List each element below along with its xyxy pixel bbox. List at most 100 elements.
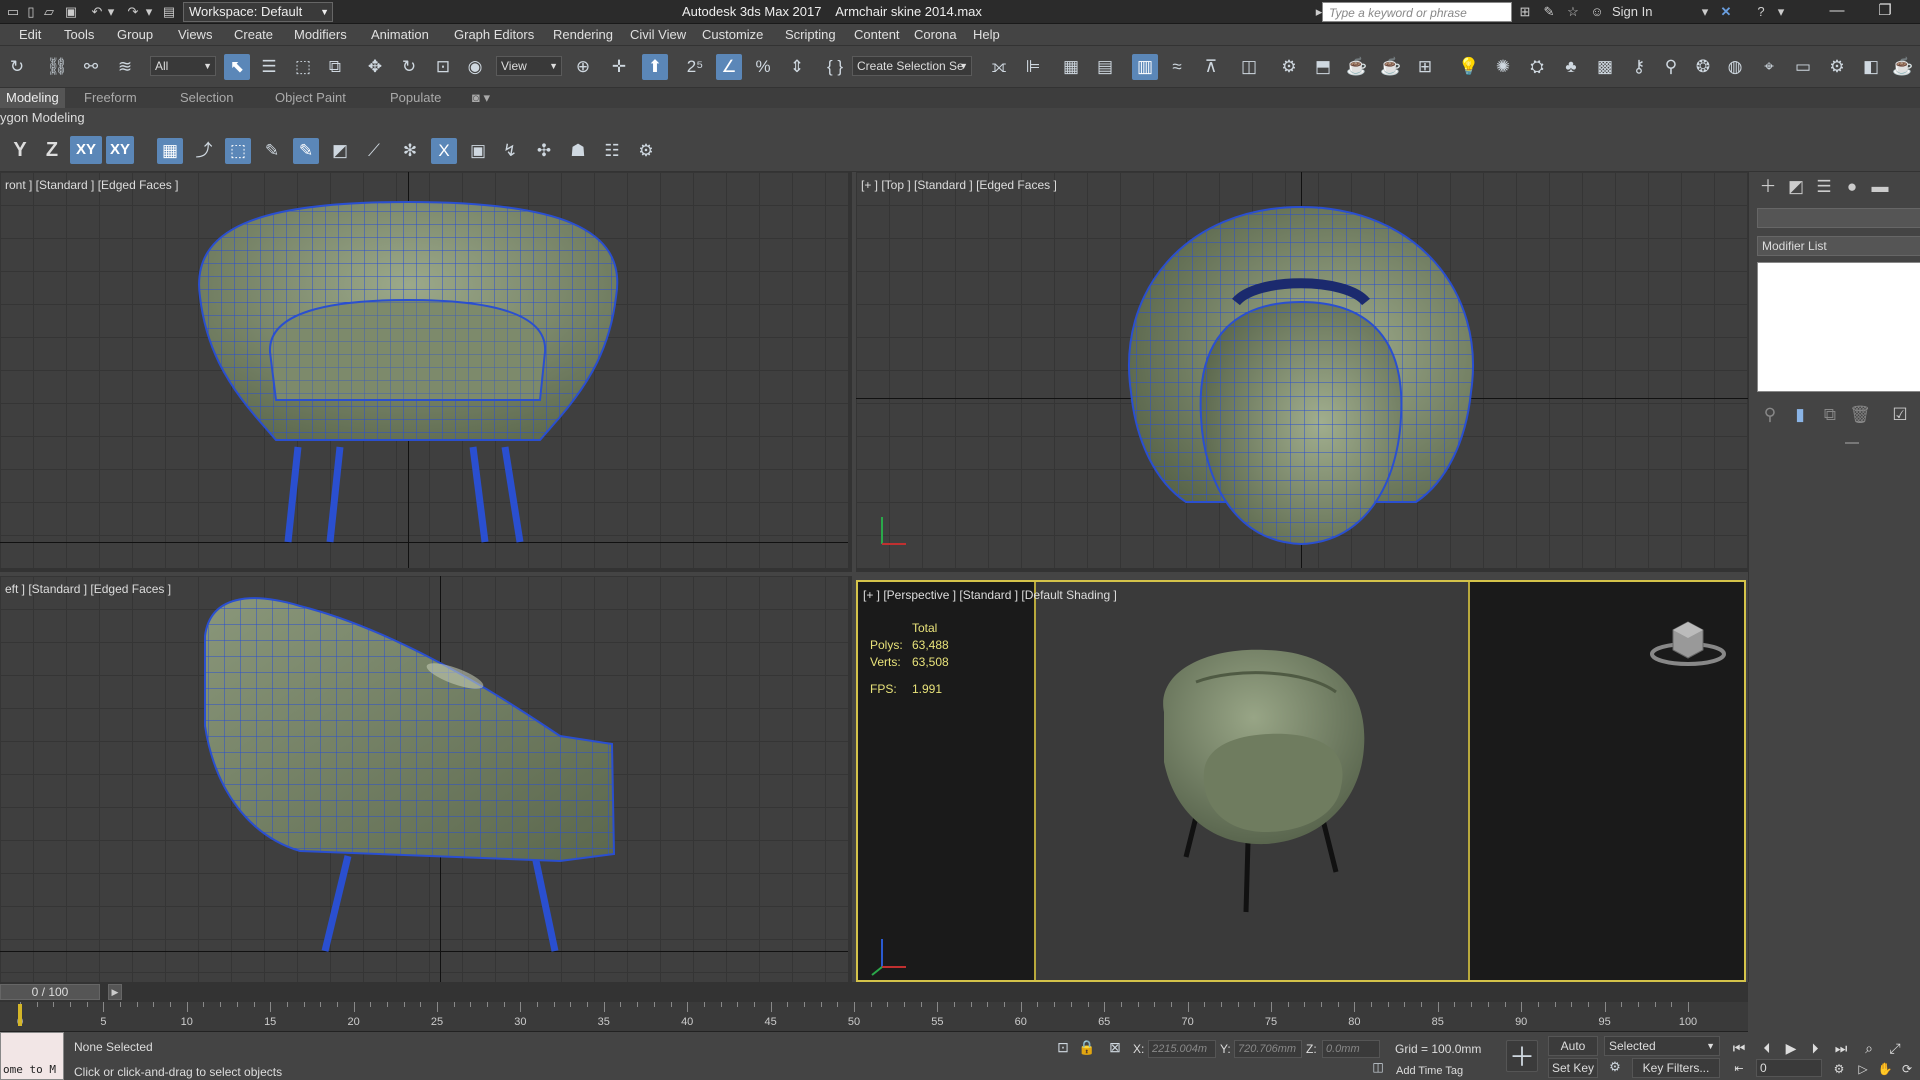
corona-frame-icon[interactable]: ▭ [1790,54,1816,80]
tab-populate[interactable]: Populate [390,90,441,105]
corona-fur-icon[interactable]: ⚷ [1626,54,1652,80]
viewport-label[interactable]: [+ ] [Perspective ] [Standard ] [Default… [863,588,1117,602]
time-slider[interactable]: 0 / 100 ▶ [0,982,1748,1002]
time-tag-icon[interactable]: ◫ [1368,1057,1388,1077]
render-setup-icon[interactable]: ⚙ [1276,54,1302,80]
orbit-icon[interactable]: ⟳ [1896,1059,1918,1079]
select-by-name-icon[interactable]: ☰ [256,54,282,80]
viewport-left[interactable]: eft ] [Standard ] [Edged Faces ] [0,576,852,982]
menu-rendering[interactable]: Rendering [553,27,613,42]
redo-dropdown-icon[interactable]: ▾ [140,3,158,21]
modifier-stack[interactable] [1757,262,1920,392]
remove-modifier-icon[interactable]: 🗑 [1847,402,1873,428]
chevron-down-icon[interactable]: ▾ [1696,3,1714,21]
menu-views[interactable]: Views [178,27,212,42]
viewport-label[interactable]: [+ ] [Top ] [Standard ] [Edged Faces ] [861,178,1057,192]
ribbon-options-icon[interactable]: ◙ ▾ [472,90,490,106]
new-file-icon[interactable]: ▯ [22,3,40,21]
viewport-front[interactable]: ront ] [Standard ] [Edged Faces ] [0,172,852,572]
go-to-start-icon[interactable]: ⏮ [1728,1038,1750,1058]
current-frame-marker[interactable] [18,1004,22,1026]
set-key-button[interactable]: Set Key [1548,1058,1598,1078]
binoculars-icon[interactable]: ⊞ [1516,3,1534,21]
hierarchy-tab-icon[interactable]: ☰ [1811,174,1837,200]
pivot-center-icon[interactable]: ⊕ [570,54,596,80]
named-selection-dropdown[interactable]: Create Selection Se ▼ [852,56,972,76]
render-iterative-icon[interactable]: ☕ [1378,54,1404,80]
undo-dropdown-icon[interactable]: ▾ [102,3,120,21]
menu-create[interactable]: Create [234,27,273,42]
rotate-icon[interactable]: ↻ [396,54,422,80]
motion-tab-icon[interactable]: ● [1839,174,1865,200]
edit-named-selection-icon[interactable]: { } [822,54,848,80]
move-icon[interactable]: ✥ [362,54,388,80]
rectangular-selection-icon[interactable]: ⬚ [290,54,316,80]
project-folder-icon[interactable]: ▤ [160,3,178,21]
menu-help[interactable]: Help [973,27,1000,42]
show-end-result-icon[interactable]: ▮ [1787,402,1813,428]
spinner-snap-icon[interactable]: ⇕ [784,54,810,80]
help-icon[interactable]: ? [1752,3,1770,21]
workspace-dropdown[interactable]: Workspace: Default ▼ [183,2,333,22]
snap-stack-icon[interactable]: ☗ [565,138,591,164]
snap-gear-icon[interactable]: ⚙ [633,138,659,164]
zoom-all-icon[interactable]: ⤢ [1884,1038,1906,1058]
set-key-plus-icon[interactable]: ＋ [1506,1040,1538,1072]
display-tab-icon[interactable]: ▬ [1867,174,1893,200]
search-input[interactable]: Type a keyword or phrase [1322,2,1512,22]
corona-scatter-icon[interactable]: ♣ [1558,54,1584,80]
key-filters-icon[interactable]: ⚙ [1604,1056,1626,1078]
menu-animation[interactable]: Animation [371,27,429,42]
window-crossing-icon[interactable]: ⧉ [322,54,348,80]
object-name-field[interactable] [1757,208,1920,228]
minimize-button[interactable]: — [1814,0,1860,24]
z-coordinate-field[interactable]: 0.0mm [1322,1040,1380,1058]
reference-coord-dropdown[interactable]: View ▼ [496,56,562,76]
previous-frame-icon[interactable]: ⏴ [1756,1038,1778,1058]
next-frame-arrow-icon[interactable]: ▶ [108,984,122,1000]
chevron-down-icon[interactable]: ▾ [1772,3,1790,21]
redo-icon[interactable]: ↻ [4,54,30,80]
rendered-frame-window-icon[interactable]: ⬒ [1310,54,1336,80]
key-filters-button[interactable]: Key Filters... [1632,1058,1720,1078]
tab-object-paint[interactable]: Object Paint [275,90,346,105]
selection-filter-dropdown[interactable]: All ▼ [150,56,216,76]
layer-explorer-icon[interactable]: ▦ [1058,54,1084,80]
snap-shape-icon[interactable]: ◩ [327,138,353,164]
percent-snap-icon[interactable]: % [750,54,776,80]
snap-tangent-icon[interactable]: ✣ [531,138,557,164]
viewport-top[interactable]: [+ ] [Top ] [Standard ] [Edged Faces ] [856,172,1748,572]
ribbon-toggle-icon[interactable]: ▤ [1092,54,1118,80]
sun-icon[interactable]: ✺ [1490,54,1516,80]
snap-grid-icon[interactable]: ▦ [157,138,183,164]
track-bar[interactable]: 0510152025303540455055606570758085909510… [0,1002,1748,1032]
save-icon[interactable]: ▣ [62,3,80,21]
material-editor-icon[interactable]: ◫ [1236,54,1262,80]
corona-material-icon[interactable]: ◧ [1858,54,1884,80]
create-tab-icon[interactable]: ＋ [1755,174,1781,200]
restore-button[interactable]: ❐ [1862,0,1908,24]
snap-x-icon[interactable]: X [431,138,457,164]
key-mode-dropdown[interactable]: Selected ▼ [1604,1036,1720,1056]
axis-xy-button[interactable]: XY [70,136,102,164]
snap-tool-icon[interactable]: ⤴ [191,138,217,164]
render-production-icon[interactable]: ☕ [1344,54,1370,80]
corona-camera-icon[interactable]: ⛭ [1524,54,1550,80]
corona-decal-icon[interactable]: ⚲ [1658,54,1684,80]
axis-plane-cycle-button[interactable]: XY [106,136,134,164]
render-cloud-icon[interactable]: ⊞ [1412,54,1438,80]
corona-tools-icon[interactable]: ⚙ [1824,54,1850,80]
bind-to-space-warp-icon[interactable]: ≋ [112,54,138,80]
configure-modifier-sets-icon[interactable]: ☑ [1887,402,1913,428]
scale-icon[interactable]: ⊡ [430,54,456,80]
select-manipulate-icon[interactable]: ✛ [606,54,632,80]
snaps-toggle-icon[interactable]: 2⁵ [682,54,708,80]
snap-edit-active-icon[interactable]: ✎ [293,138,319,164]
corona-proxy-icon[interactable]: ▩ [1592,54,1618,80]
favorites-star-icon[interactable]: ☆ [1564,3,1582,21]
viewport-label[interactable]: eft ] [Standard ] [Edged Faces ] [5,582,171,596]
menu-civil-view[interactable]: Civil View [630,27,686,42]
menu-content[interactable]: Content [854,27,900,42]
pan-view-icon[interactable]: ✋ [1874,1059,1896,1079]
menu-tools[interactable]: Tools [64,27,94,42]
